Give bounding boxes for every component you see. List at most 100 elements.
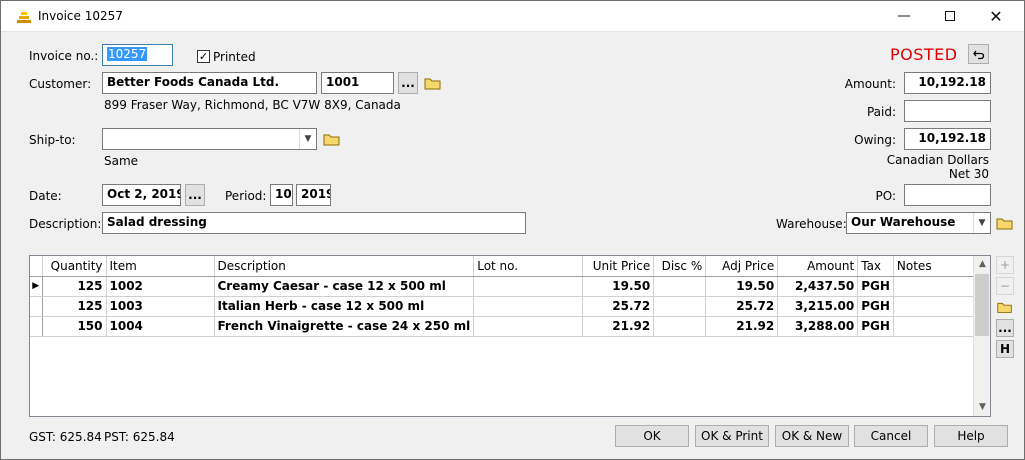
scroll-thumb[interactable] bbox=[975, 274, 989, 336]
customer-open-button[interactable] bbox=[422, 72, 444, 94]
row-notes[interactable] bbox=[893, 276, 984, 297]
po-label: PO: bbox=[875, 189, 896, 203]
row-unit-price[interactable]: 21.92 bbox=[582, 316, 655, 337]
row-quantity[interactable]: 150 bbox=[42, 316, 107, 337]
row-disc[interactable] bbox=[653, 316, 707, 337]
col-quantity[interactable]: Quantity bbox=[42, 256, 107, 277]
row-item[interactable]: 1003 bbox=[106, 296, 215, 317]
row-quantity[interactable]: 125 bbox=[42, 276, 107, 297]
add-line-button[interactable]: + bbox=[996, 256, 1014, 274]
ship-to-open-button[interactable] bbox=[321, 128, 343, 150]
row-description[interactable]: Creamy Caesar - case 12 x 500 ml bbox=[214, 276, 475, 297]
col-disc[interactable]: Disc % bbox=[653, 256, 707, 277]
row-amount[interactable]: 3,288.00 bbox=[777, 316, 859, 337]
row-notes[interactable] bbox=[893, 316, 984, 337]
table-row[interactable]: 150 1004 French Vinaigrette - case 24 x … bbox=[30, 316, 984, 337]
chevron-down-icon[interactable]: ▼ bbox=[299, 129, 316, 149]
row-lot[interactable] bbox=[473, 316, 584, 337]
line-open-button[interactable] bbox=[995, 297, 1015, 317]
invoice-no-label: Invoice no.: bbox=[29, 49, 99, 63]
date-label: Date: bbox=[29, 189, 62, 203]
row-disc[interactable] bbox=[653, 276, 707, 297]
line-more-button[interactable]: ... bbox=[996, 319, 1014, 337]
customer-id-field[interactable]: 1001 bbox=[321, 72, 394, 94]
line-items-grid[interactable]: Quantity Item Description Lot no. Unit P… bbox=[29, 255, 991, 417]
line-items-table: Quantity Item Description Lot no. Unit P… bbox=[30, 256, 984, 337]
warehouse-open-button[interactable] bbox=[994, 212, 1016, 234]
paid-field[interactable] bbox=[904, 100, 991, 122]
undo-icon bbox=[972, 50, 984, 60]
row-lot[interactable] bbox=[473, 296, 584, 317]
printed-checkbox[interactable]: ✓ bbox=[197, 50, 210, 63]
printed-label: Printed bbox=[213, 50, 256, 64]
terms-label: Net 30 bbox=[948, 167, 989, 181]
table-row[interactable]: ▶ 125 1002 Creamy Caesar - case 12 x 500… bbox=[30, 276, 984, 297]
table-row[interactable]: 125 1003 Italian Herb - case 12 x 500 ml… bbox=[30, 296, 984, 317]
col-description[interactable]: Description bbox=[214, 256, 475, 277]
col-notes[interactable]: Notes bbox=[893, 256, 984, 277]
row-tax[interactable]: PGH bbox=[857, 276, 894, 297]
warehouse-combo[interactable]: Our Warehouse ▼ bbox=[846, 212, 991, 234]
col-tax[interactable]: Tax bbox=[857, 256, 894, 277]
col-amount[interactable]: Amount bbox=[777, 256, 859, 277]
line-history-button[interactable]: H bbox=[996, 340, 1014, 358]
owing-field[interactable]: 10,192.18 bbox=[904, 128, 991, 150]
gst-total: GST: 625.84 bbox=[29, 430, 102, 444]
row-tax[interactable]: PGH bbox=[857, 296, 894, 317]
row-adj-price[interactable]: 19.50 bbox=[705, 276, 779, 297]
current-row-arrow-icon: ▶ bbox=[30, 276, 43, 297]
col-unit-price[interactable]: Unit Price bbox=[582, 256, 655, 277]
row-item[interactable]: 1002 bbox=[106, 276, 215, 297]
grid-scrollbar[interactable]: ▲ ▼ bbox=[973, 256, 990, 416]
row-adj-price[interactable]: 25.72 bbox=[705, 296, 779, 317]
row-amount[interactable]: 3,215.00 bbox=[777, 296, 859, 317]
row-unit-price[interactable]: 19.50 bbox=[582, 276, 655, 297]
scroll-down-icon[interactable]: ▼ bbox=[974, 399, 991, 416]
row-unit-price[interactable]: 25.72 bbox=[582, 296, 655, 317]
folder-icon bbox=[997, 302, 1012, 313]
maximize-button[interactable] bbox=[927, 1, 973, 32]
remove-line-button[interactable]: − bbox=[996, 277, 1014, 295]
row-lot[interactable] bbox=[473, 276, 584, 297]
currency-label: Canadian Dollars bbox=[886, 153, 989, 167]
row-notes[interactable] bbox=[893, 296, 984, 317]
period-year-field[interactable]: 2019 bbox=[296, 184, 331, 206]
invoice-no-value: 10257 bbox=[107, 47, 148, 61]
row-adj-price[interactable]: 21.92 bbox=[705, 316, 779, 337]
ship-to-note: Same bbox=[104, 154, 139, 168]
date-field[interactable]: Oct 2, 2019 bbox=[102, 184, 181, 206]
amount-field[interactable]: 10,192.18 bbox=[904, 72, 991, 94]
customer-name-field[interactable]: Better Foods Canada Ltd. bbox=[102, 72, 317, 94]
help-button[interactable]: Help bbox=[934, 425, 1008, 447]
row-amount[interactable]: 2,437.50 bbox=[777, 276, 859, 297]
unpost-button[interactable] bbox=[968, 44, 989, 64]
close-button[interactable]: ✕ bbox=[973, 1, 1019, 32]
date-picker-button[interactable]: ... bbox=[185, 184, 205, 206]
chevron-down-icon[interactable]: ▼ bbox=[973, 213, 990, 233]
folder-icon bbox=[323, 134, 340, 146]
col-adj-price[interactable]: Adj Price bbox=[705, 256, 779, 277]
row-quantity[interactable]: 125 bbox=[42, 296, 107, 317]
ship-to-combo[interactable]: ▼ bbox=[102, 128, 317, 150]
amount-label: Amount: bbox=[844, 77, 896, 91]
col-lot-no[interactable]: Lot no. bbox=[473, 256, 584, 277]
col-item[interactable]: Item bbox=[106, 256, 215, 277]
paid-label: Paid: bbox=[866, 105, 896, 119]
ok-button[interactable]: OK bbox=[615, 425, 689, 447]
invoice-no-field[interactable]: 10257 bbox=[102, 44, 173, 66]
cancel-button[interactable]: Cancel bbox=[854, 425, 928, 447]
period-field[interactable]: 10 bbox=[270, 184, 293, 206]
description-field[interactable]: Salad dressing bbox=[102, 212, 526, 234]
po-field[interactable] bbox=[904, 184, 991, 206]
customer-address: 899 Fraser Way, Richmond, BC V7W 8X9, Ca… bbox=[104, 98, 401, 112]
minimize-button[interactable]: — bbox=[881, 1, 927, 32]
row-tax[interactable]: PGH bbox=[857, 316, 894, 337]
row-description[interactable]: Italian Herb - case 12 x 500 ml bbox=[214, 296, 475, 317]
ok-print-button[interactable]: OK & Print bbox=[695, 425, 769, 447]
row-disc[interactable] bbox=[653, 296, 707, 317]
ok-new-button[interactable]: OK & New bbox=[775, 425, 849, 447]
row-item[interactable]: 1004 bbox=[106, 316, 215, 337]
customer-lookup-button[interactable]: ... bbox=[398, 72, 418, 94]
scroll-up-icon[interactable]: ▲ bbox=[974, 256, 991, 273]
row-description[interactable]: French Vinaigrette - case 24 x 250 ml bbox=[214, 316, 475, 337]
